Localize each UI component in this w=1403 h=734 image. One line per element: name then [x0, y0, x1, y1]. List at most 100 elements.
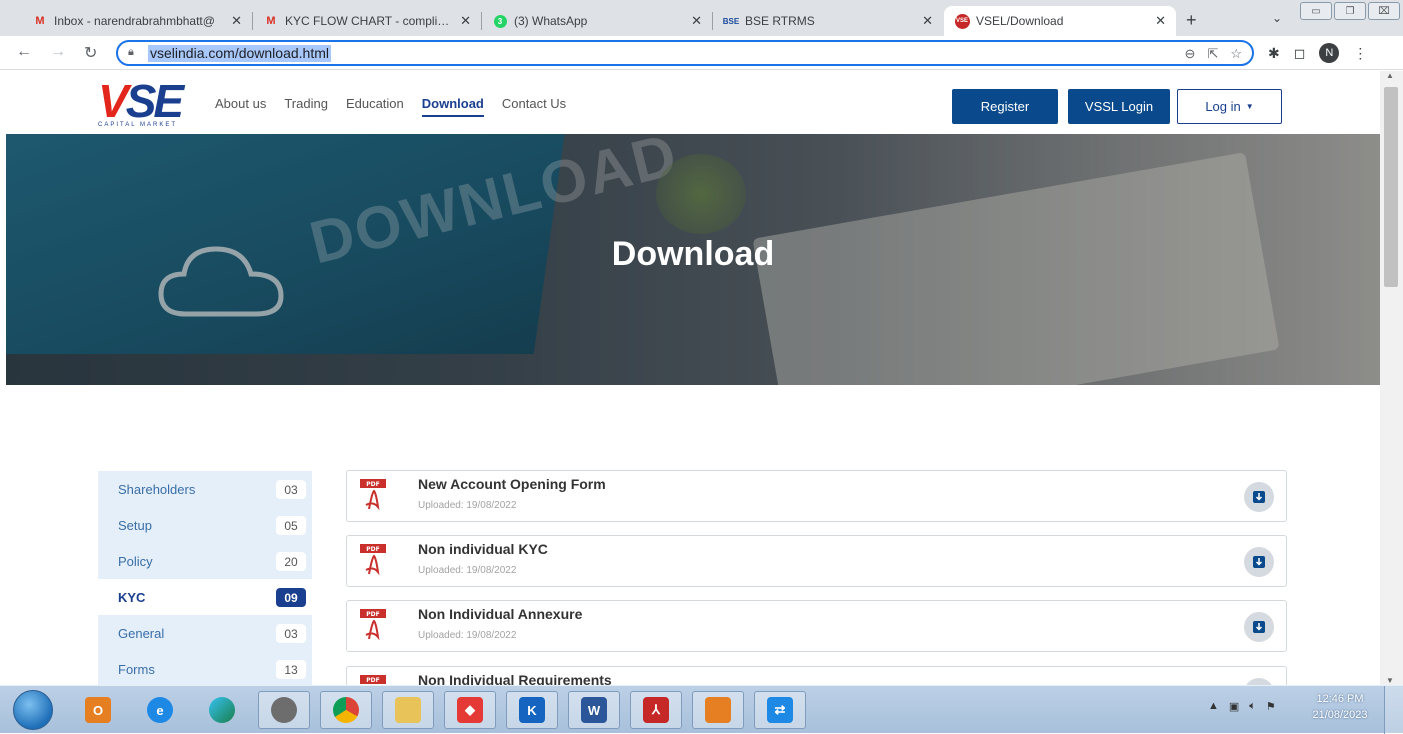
taskbar-app[interactable]: [258, 691, 310, 729]
hero-banner: DOWNLOAD Download: [6, 134, 1380, 385]
count-badge: 20: [276, 552, 306, 571]
document-title[interactable]: Non individual KYC: [418, 541, 548, 557]
scroll-up-icon[interactable]: ▲: [1386, 71, 1394, 80]
tab-inbox[interactable]: M Inbox - narendrabrahmbhatt@ ✕: [22, 6, 252, 36]
vse-logo[interactable]: VSE CAPITAL MARKET: [98, 78, 193, 129]
pdf-file-icon: PDF: [360, 479, 386, 511]
new-tab-button[interactable]: +: [1186, 10, 1197, 31]
vssl-login-button[interactable]: VSSL Login: [1068, 89, 1170, 124]
svg-text:PDF: PDF: [366, 611, 379, 618]
presentation-icon: [705, 697, 731, 723]
tab-vsel-download[interactable]: VSE VSEL/Download ✕: [944, 6, 1176, 36]
tab-whatsapp[interactable]: 3 (3) WhatsApp ✕: [482, 6, 712, 36]
nav-about-us[interactable]: About us: [215, 96, 266, 117]
browser-toolbar: ← → ↻ 🔒︎ vselindia.com/download.html ⊖ ⇱…: [0, 36, 1403, 70]
restore-icon[interactable]: ❐: [1334, 2, 1366, 20]
pdf-file-icon: PDF: [360, 609, 386, 641]
document-item[interactable]: PDF Non Individual Annexure Uploaded: 19…: [346, 600, 1287, 652]
taskbar-file-explorer[interactable]: [382, 691, 434, 729]
document-upload-date: Uploaded: 19/08/2022: [418, 565, 517, 576]
address-bar[interactable]: 🔒︎ vselindia.com/download.html ⊖ ⇱ ☆: [116, 40, 1254, 66]
close-icon[interactable]: ✕: [922, 13, 933, 29]
tab-label: (3) WhatsApp: [514, 14, 588, 28]
taskbar-teamviewer[interactable]: ⇄: [754, 691, 806, 729]
download-button[interactable]: [1244, 482, 1274, 512]
gmail-icon: M: [266, 15, 276, 27]
action-center-flag-icon[interactable]: ⚑: [1266, 700, 1276, 713]
taskbar-app-chart[interactable]: [692, 691, 744, 729]
download-button[interactable]: [1244, 678, 1274, 685]
category-kyc[interactable]: KYC 09: [98, 579, 312, 615]
show-hidden-icons-icon[interactable]: ▲: [1208, 700, 1219, 713]
main-nav: About us Trading Education Download Cont…: [215, 96, 566, 117]
category-setup[interactable]: Setup 05: [98, 507, 312, 543]
document-title[interactable]: Non Individual Requirements: [418, 672, 612, 685]
nav-contact-us[interactable]: Contact Us: [502, 96, 566, 117]
taskbar-anydesk[interactable]: ◆: [444, 691, 496, 729]
address-bar-actions: ⊖ ⇱ ☆: [1185, 46, 1242, 62]
taskbar-word[interactable]: W: [568, 691, 620, 729]
close-icon[interactable]: ✕: [691, 13, 702, 29]
taskbar-chrome[interactable]: [320, 691, 372, 729]
download-icon: [1253, 556, 1265, 568]
count-badge: 09: [276, 588, 306, 607]
document-title[interactable]: New Account Opening Form: [418, 476, 606, 492]
close-icon[interactable]: ✕: [1155, 13, 1166, 29]
clock-time: 12:46 PM: [1316, 693, 1364, 705]
count-badge: 03: [276, 624, 306, 643]
reload-icon[interactable]: ↻: [84, 43, 97, 63]
gmail-icon: M: [35, 15, 45, 27]
start-button[interactable]: [13, 690, 53, 730]
document-item[interactable]: PDF Non individual KYC Uploaded: 19/08/2…: [346, 535, 1287, 587]
tab-search-chevron-icon[interactable]: ⌄: [1272, 11, 1282, 25]
category-shareholders[interactable]: Shareholders 03: [98, 471, 312, 507]
scrollbar-thumb[interactable]: [1384, 87, 1398, 287]
taskbar-acrobat[interactable]: ⅄: [630, 691, 682, 729]
share-icon[interactable]: ⇱: [1207, 46, 1218, 62]
category-general[interactable]: General 03: [98, 615, 312, 651]
extensions-puzzle-icon[interactable]: ✱: [1268, 45, 1280, 62]
outlook-icon: O: [85, 697, 111, 723]
category-label: General: [118, 625, 165, 641]
download-button[interactable]: [1244, 547, 1274, 577]
clock-date: 21/08/2023: [1312, 709, 1368, 721]
word-icon: W: [581, 697, 607, 723]
side-panel-icon[interactable]: ◻: [1294, 45, 1306, 62]
nav-education[interactable]: Education: [346, 96, 404, 117]
nav-download[interactable]: Download: [421, 96, 484, 117]
page-scrollbar[interactable]: ▲ ▼: [1380, 71, 1403, 685]
close-icon[interactable]: ✕: [460, 13, 471, 29]
scroll-down-icon[interactable]: ▼: [1386, 676, 1394, 685]
volume-muted-icon[interactable]: 🔈︎: [1249, 700, 1256, 713]
tab-bse-rtrms[interactable]: BSE BSE RTRMS ✕: [713, 6, 943, 36]
category-forms[interactable]: Forms 13: [98, 651, 312, 685]
profile-avatar[interactable]: N: [1319, 43, 1340, 63]
minimize-icon[interactable]: ▭: [1300, 2, 1332, 20]
caret-down-icon: ▼: [1245, 102, 1254, 111]
taskbar-app-k[interactable]: K: [506, 691, 558, 729]
taskbar-outlook[interactable]: O: [72, 691, 124, 729]
document-item[interactable]: PDF Non Individual Requirements: [346, 666, 1287, 685]
document-title[interactable]: Non Individual Annexure: [418, 606, 582, 622]
taskbar-edge[interactable]: [196, 691, 248, 729]
login-label: Log in: [1205, 99, 1241, 114]
register-button[interactable]: Register: [952, 89, 1058, 124]
download-button[interactable]: [1244, 612, 1274, 642]
close-window-icon[interactable]: ⌧: [1368, 2, 1400, 20]
url-text[interactable]: vselindia.com/download.html: [148, 45, 331, 62]
taskbar-clock[interactable]: 12:46 PM 21/08/2023: [1308, 691, 1372, 723]
tab-kyc-flow-chart[interactable]: M KYC FLOW CHART - complianc ✕: [253, 6, 481, 36]
zoom-icon[interactable]: ⊖: [1185, 46, 1196, 62]
star-icon[interactable]: ☆: [1230, 46, 1242, 62]
nav-trading[interactable]: Trading: [284, 96, 328, 117]
document-item[interactable]: PDF New Account Opening Form Uploaded: 1…: [346, 470, 1287, 522]
close-icon[interactable]: ✕: [231, 13, 242, 29]
network-icon[interactable]: ▣: [1229, 700, 1239, 713]
taskbar-internet-explorer[interactable]: e: [134, 691, 186, 729]
forward-arrow-icon[interactable]: →: [50, 43, 66, 61]
login-dropdown-button[interactable]: Log in ▼: [1177, 89, 1282, 124]
category-policy[interactable]: Policy 20: [98, 543, 312, 579]
back-arrow-icon[interactable]: ←: [16, 43, 32, 61]
kebab-menu-icon[interactable]: ⋮: [1353, 45, 1367, 62]
show-desktop-button[interactable]: [1384, 686, 1403, 734]
